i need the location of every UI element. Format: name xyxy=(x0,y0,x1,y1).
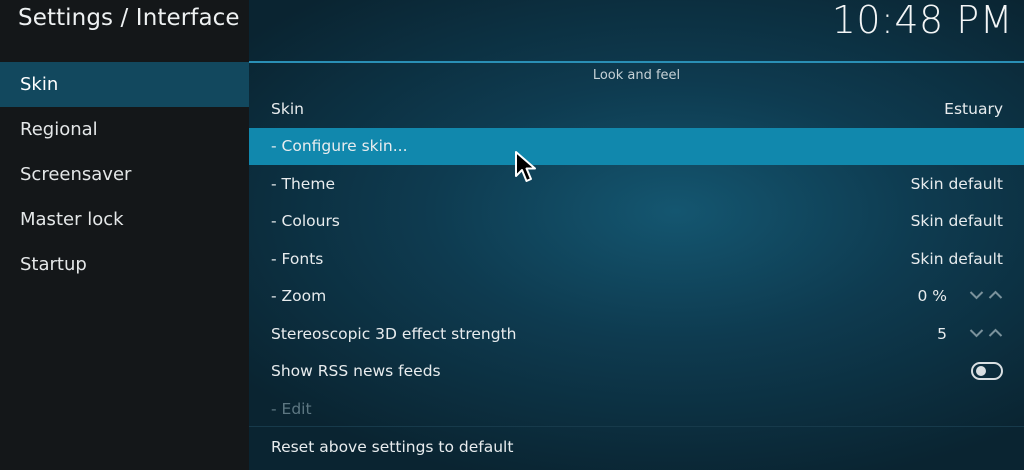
setting-label: - Zoom xyxy=(271,287,327,306)
setting-value: Skin default xyxy=(910,249,1003,268)
rss-toggle[interactable] xyxy=(971,362,1003,381)
settings-list: Skin Estuary - Configure skin... - Theme… xyxy=(249,90,1024,428)
setting-value: Skin default xyxy=(910,212,1003,231)
header-divider xyxy=(249,61,1024,63)
clock: 10:48 PM xyxy=(831,0,1013,42)
setting-label: Skin xyxy=(271,99,304,118)
sidebar-item-screensaver[interactable]: Screensaver xyxy=(0,152,249,197)
setting-theme[interactable]: - Theme Skin default xyxy=(249,165,1024,203)
sidebar-item-startup[interactable]: Startup xyxy=(0,242,249,287)
setting-value: Estuary xyxy=(944,99,1003,118)
setting-configure-skin[interactable]: - Configure skin... xyxy=(249,127,1024,165)
setting-zoom[interactable]: - Zoom 0 % xyxy=(249,278,1024,316)
setting-skin[interactable]: Skin Estuary xyxy=(249,90,1024,128)
setting-value-group: 5 xyxy=(937,325,1003,343)
setting-edit: - Edit xyxy=(249,390,1024,428)
mouse-pointer-icon xyxy=(514,150,538,188)
category-list: Skin Regional Screensaver Master lock St… xyxy=(0,62,249,287)
setting-value: Skin default xyxy=(910,174,1003,193)
section-title: Look and feel xyxy=(592,68,681,83)
chevron-down-icon[interactable] xyxy=(969,289,984,303)
setting-label: - Theme xyxy=(271,174,335,193)
chevron-down-icon[interactable] xyxy=(969,327,984,341)
setting-stereoscopic-strength[interactable]: Stereoscopic 3D effect strength 5 xyxy=(249,315,1024,353)
sidebar-item-master-lock[interactable]: Master lock xyxy=(0,197,249,242)
spin-control xyxy=(969,327,1003,341)
setting-label: - Fonts xyxy=(271,249,324,268)
toggle-knob xyxy=(976,366,986,377)
settings-panel: 10:48 PM Look and feel Skin Estuary - Co… xyxy=(249,0,1024,470)
setting-colours[interactable]: - Colours Skin default xyxy=(249,203,1024,241)
setting-label: - Edit xyxy=(271,399,312,418)
sidebar-item-regional[interactable]: Regional xyxy=(0,107,249,152)
setting-value-group: 0 % xyxy=(917,287,1003,305)
setting-value: 0 % xyxy=(917,287,947,306)
sidebar-item-skin[interactable]: Skin xyxy=(0,62,249,107)
reset-settings-button[interactable]: Reset above settings to default xyxy=(249,426,1024,466)
setting-label: - Colours xyxy=(271,212,340,231)
setting-value: 5 xyxy=(937,324,947,343)
setting-label: - Configure skin... xyxy=(271,137,408,156)
setting-fonts[interactable]: - Fonts Skin default xyxy=(249,240,1024,278)
spin-control xyxy=(969,289,1003,303)
window-title: Settings / Interface xyxy=(18,5,240,31)
chevron-up-icon[interactable] xyxy=(988,289,1003,303)
sidebar: Settings / Interface Skin Regional Scree… xyxy=(0,0,249,470)
setting-label: Stereoscopic 3D effect strength xyxy=(271,324,517,343)
chevron-up-icon[interactable] xyxy=(988,327,1003,341)
setting-label: Show RSS news feeds xyxy=(271,362,441,381)
setting-show-rss[interactable]: Show RSS news feeds xyxy=(249,353,1024,391)
